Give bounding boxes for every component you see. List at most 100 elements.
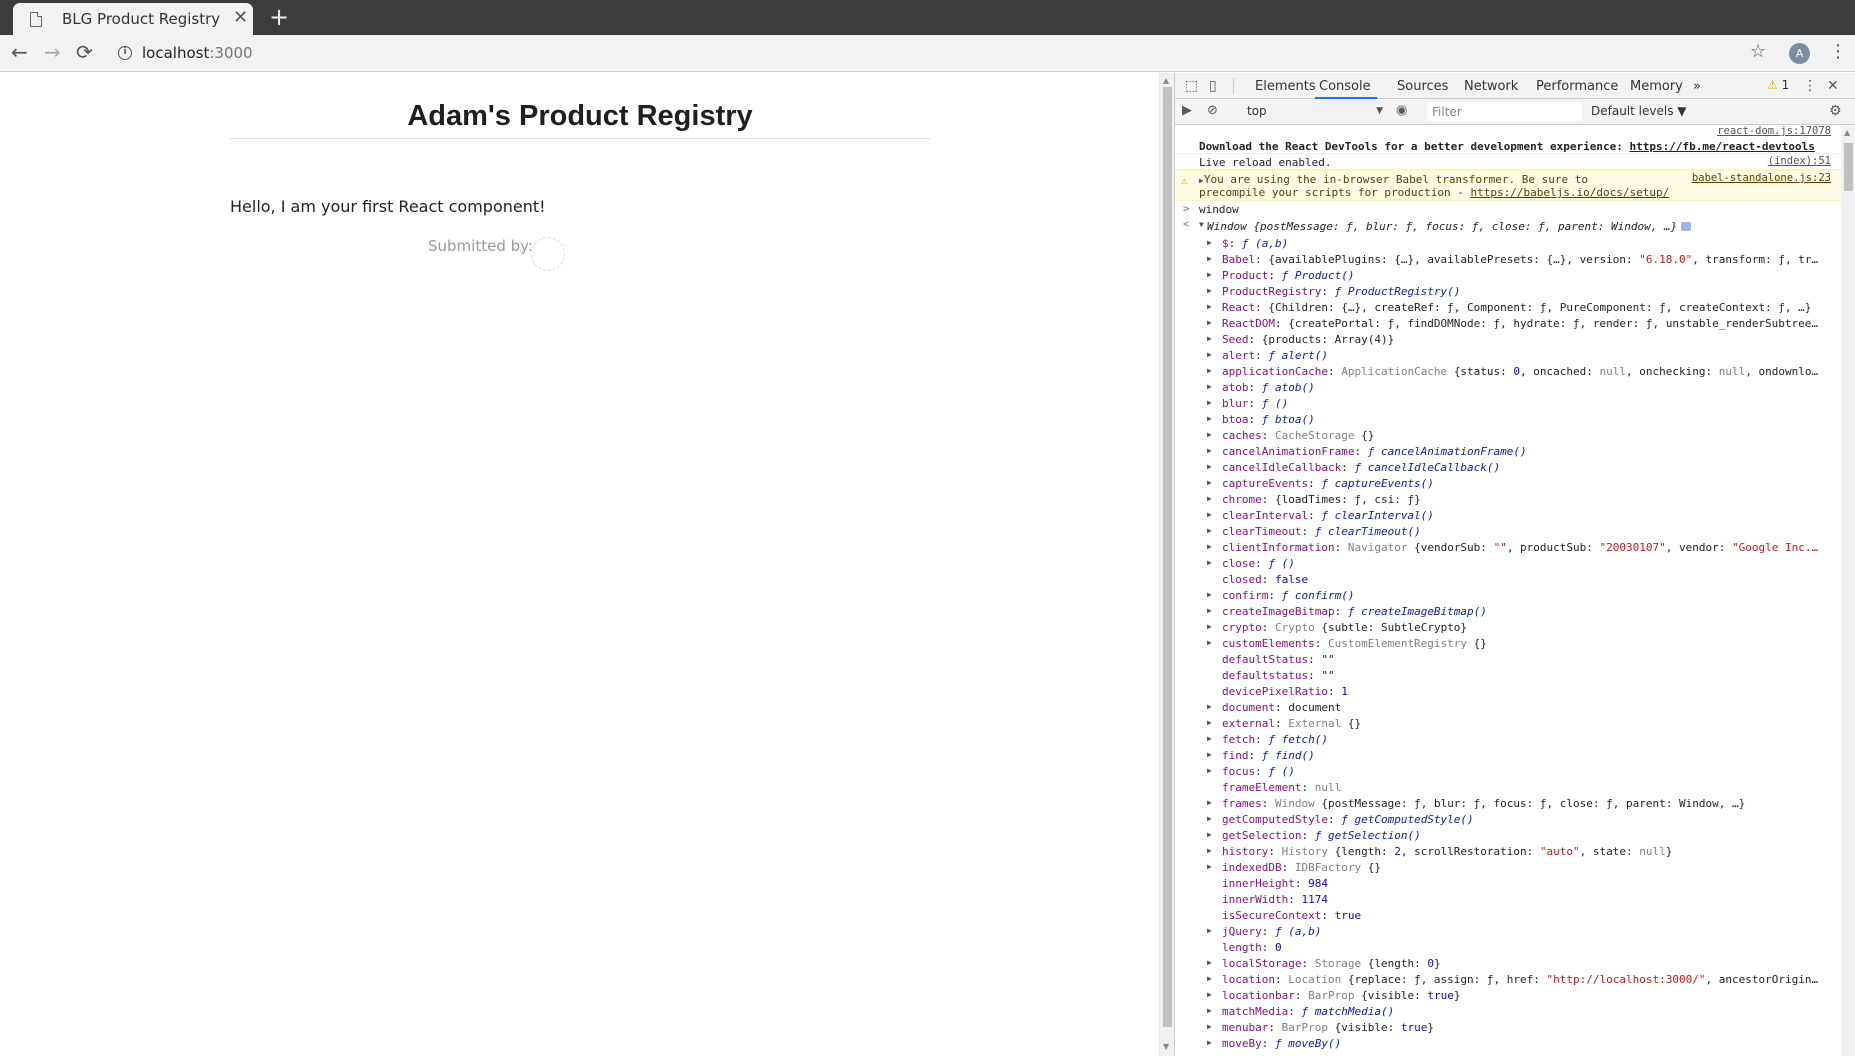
property-row[interactable]: ▶ moveBy: ƒ moveBy()	[1175, 1035, 1841, 1051]
property-row[interactable]: ▶ close: ƒ ()	[1175, 555, 1841, 571]
expand-triangle-icon[interactable]: ▶	[1207, 510, 1212, 519]
expand-triangle-icon[interactable]: ▶	[1207, 398, 1212, 407]
property-row[interactable]: ▶ createImageBitmap: ƒ createImageBitmap(…	[1175, 603, 1841, 619]
property-row[interactable]: ▶ menubar: BarProp {visible: true}	[1175, 1019, 1841, 1035]
property-row[interactable]: ▶ jQuery: ƒ (a,b)	[1175, 923, 1841, 939]
expand-triangle-icon[interactable]: ▶	[1207, 286, 1212, 295]
expand-triangle-icon[interactable]: ▶	[1207, 366, 1212, 375]
property-row[interactable]: ▶ external: External {}	[1175, 715, 1841, 731]
property-row[interactable]: ▶ frames: Window {postMessage: ƒ, blur: ƒ…	[1175, 795, 1841, 811]
property-row[interactable]: ▶ locationbar: BarProp {visible: true}	[1175, 987, 1841, 1003]
console-filter-input[interactable]	[1427, 102, 1582, 121]
react-devtools-link[interactable]: https://fb.me/react-devtools	[1629, 140, 1814, 153]
forward-arrow-icon[interactable]: →	[44, 40, 61, 64]
expand-triangle-icon[interactable]: ▶	[1207, 558, 1212, 567]
site-info-icon[interactable]: i	[118, 46, 132, 60]
console-result[interactable]: < ▼ Window {postMessage: ƒ, blur: ƒ, foc…	[1175, 218, 1841, 235]
property-row[interactable]: ▶ indexedDB: IDBFactory {}	[1175, 859, 1841, 875]
expand-triangle-icon[interactable]: ▶	[1207, 718, 1212, 727]
back-arrow-icon[interactable]: ←	[11, 40, 28, 64]
property-row[interactable]: ▶ caches: CacheStorage {}	[1175, 427, 1841, 443]
expand-triangle-icon[interactable]: ▶	[1207, 1022, 1212, 1031]
expand-triangle-icon[interactable]: ▶	[1207, 830, 1212, 839]
tab-elements[interactable]: Elements	[1255, 79, 1316, 94]
expand-triangle-icon[interactable]: ▶	[1207, 590, 1212, 599]
expanded-triangle-icon[interactable]: ▼	[1199, 220, 1204, 229]
expand-triangle-icon[interactable]: ▶	[1207, 382, 1212, 391]
property-row[interactable]: ▶ $: ƒ (a,b)	[1175, 235, 1841, 251]
tab-memory[interactable]: Memory	[1630, 79, 1683, 94]
expand-triangle-icon[interactable]: ▶	[1207, 318, 1212, 327]
reload-icon[interactable]: ⟳	[76, 40, 93, 64]
expand-triangle-icon[interactable]: ▶	[1207, 526, 1212, 535]
expand-triangle-icon[interactable]: ▶	[1207, 814, 1212, 823]
scroll-down-icon[interactable]: ▼	[1163, 1043, 1169, 1051]
close-tab-icon[interactable]: ✕	[233, 9, 248, 27]
expand-triangle-icon[interactable]: ▶	[1207, 270, 1212, 279]
babel-docs-link[interactable]: https://babeljs.io/docs/setup/	[1471, 186, 1670, 199]
property-row[interactable]: ▶ find: ƒ find()	[1175, 747, 1841, 763]
expand-triangle-icon[interactable]: ▶	[1207, 478, 1212, 487]
property-row[interactable]: ▶ Product: ƒ Product()	[1175, 267, 1841, 283]
property-row[interactable]: ▶ getComputedStyle: ƒ getComputedStyle()	[1175, 811, 1841, 827]
tab-sources[interactable]: Sources	[1397, 79, 1448, 94]
clear-console-icon[interactable]: ⊘	[1207, 102, 1218, 120]
expand-triangle-icon[interactable]: ▶	[1207, 334, 1212, 343]
expand-triangle-icon[interactable]: ▶	[1207, 638, 1212, 647]
close-devtools-icon[interactable]: ✕	[1827, 77, 1839, 95]
property-row[interactable]: ▶ atob: ƒ atob()	[1175, 379, 1841, 395]
property-row[interactable]: ▶ btoa: ƒ btoa()	[1175, 411, 1841, 427]
property-row[interactable]: ▶ matchMedia: ƒ matchMedia()	[1175, 1003, 1841, 1019]
browser-tab[interactable]: BLG Product Registry ✕	[13, 3, 253, 35]
property-row[interactable]: ▶ cancelAnimationFrame: ƒ cancelAnimation…	[1175, 443, 1841, 459]
log-levels-dropdown[interactable]: Default levels ▼	[1591, 104, 1687, 118]
scroll-up-icon[interactable]: ▲	[1163, 77, 1169, 85]
expand-triangle-icon[interactable]: ▶	[1207, 462, 1212, 471]
device-toolbar-icon[interactable]: ▯	[1209, 77, 1217, 95]
page-scroll-thumb[interactable]	[1163, 87, 1172, 1027]
expand-triangle-icon[interactable]: ▶	[1207, 350, 1212, 359]
property-row[interactable]: ▶ crypto: Crypto {subtle: SubtleCrypto}	[1175, 619, 1841, 635]
property-row[interactable]: ▶ customElements: CustomElementRegistry {…	[1175, 635, 1841, 651]
expand-triangle-icon[interactable]: ▶	[1207, 766, 1212, 775]
expand-triangle-icon[interactable]: ▶	[1207, 494, 1212, 503]
console-scrollbar[interactable]: ▲	[1841, 126, 1855, 1056]
expand-triangle-icon[interactable]: ▶	[1207, 302, 1212, 311]
property-row[interactable]: ▶ clientInformation: Navigator {vendorSub…	[1175, 539, 1841, 555]
property-row[interactable]: ▶ clearInterval: ƒ clearInterval()	[1175, 507, 1841, 523]
property-row[interactable]: ▶ fetch: ƒ fetch()	[1175, 731, 1841, 747]
property-row[interactable]: ▶ blur: ƒ ()	[1175, 395, 1841, 411]
console-settings-gear-icon[interactable]: ⚙	[1829, 102, 1842, 120]
property-row[interactable]: ▶ applicationCache: ApplicationCache {sta…	[1175, 363, 1841, 379]
property-row[interactable]: ▶ getSelection: ƒ getSelection()	[1175, 827, 1841, 843]
console-scroll-thumb[interactable]	[1844, 143, 1853, 191]
tab-performance[interactable]: Performance	[1536, 79, 1618, 94]
property-row[interactable]: ▶ Seed: {products: Array(4)}	[1175, 331, 1841, 347]
more-tabs-icon[interactable]: »	[1693, 79, 1701, 94]
expand-triangle-icon[interactable]: ▶	[1207, 254, 1212, 263]
property-row[interactable]: ▶ Babel: {availablePlugins: {…}, availabl…	[1175, 251, 1841, 267]
property-row[interactable]: ▶ location: Location {replace: ƒ, assign:…	[1175, 971, 1841, 987]
source-link[interactable]: react-dom.js:17078	[1717, 126, 1831, 137]
expand-triangle-icon[interactable]: ▶	[1207, 862, 1212, 871]
expand-triangle-icon[interactable]: ▶	[1207, 414, 1212, 423]
expand-triangle-icon[interactable]: ▶	[1207, 622, 1212, 631]
context-selector[interactable]: top ▼	[1247, 102, 1383, 121]
warning-count-badge[interactable]: ⚠ 1	[1767, 78, 1789, 92]
info-icon[interactable]	[1681, 222, 1692, 231]
property-row[interactable]: ▶ confirm: ƒ confirm()	[1175, 587, 1841, 603]
expand-triangle-icon[interactable]: ▶	[1207, 750, 1212, 759]
new-tab-button[interactable]: +	[269, 3, 289, 31]
expand-triangle-icon[interactable]: ▶	[1207, 974, 1212, 983]
source-link[interactable]: babel-standalone.js:23	[1692, 172, 1831, 184]
expand-triangle-icon[interactable]: ▶	[1207, 702, 1212, 711]
expand-triangle-icon[interactable]: ▶	[1207, 1006, 1212, 1015]
property-row[interactable]: ▶ cancelIdleCallback: ƒ cancelIdleCallbac…	[1175, 459, 1841, 475]
expand-triangle-icon[interactable]: ▶	[1207, 734, 1212, 743]
address-bar[interactable]: localhost:3000	[142, 44, 253, 62]
property-row[interactable]: ▶ clearTimeout: ƒ clearTimeout()	[1175, 523, 1841, 539]
expand-triangle-icon[interactable]: ▶	[1207, 446, 1212, 455]
profile-avatar[interactable]: A	[1789, 43, 1810, 64]
expand-triangle-icon[interactable]: ▶	[1207, 958, 1212, 967]
property-row[interactable]: ▶ React: {Children: {…}, createRef: ƒ, Co…	[1175, 299, 1841, 315]
